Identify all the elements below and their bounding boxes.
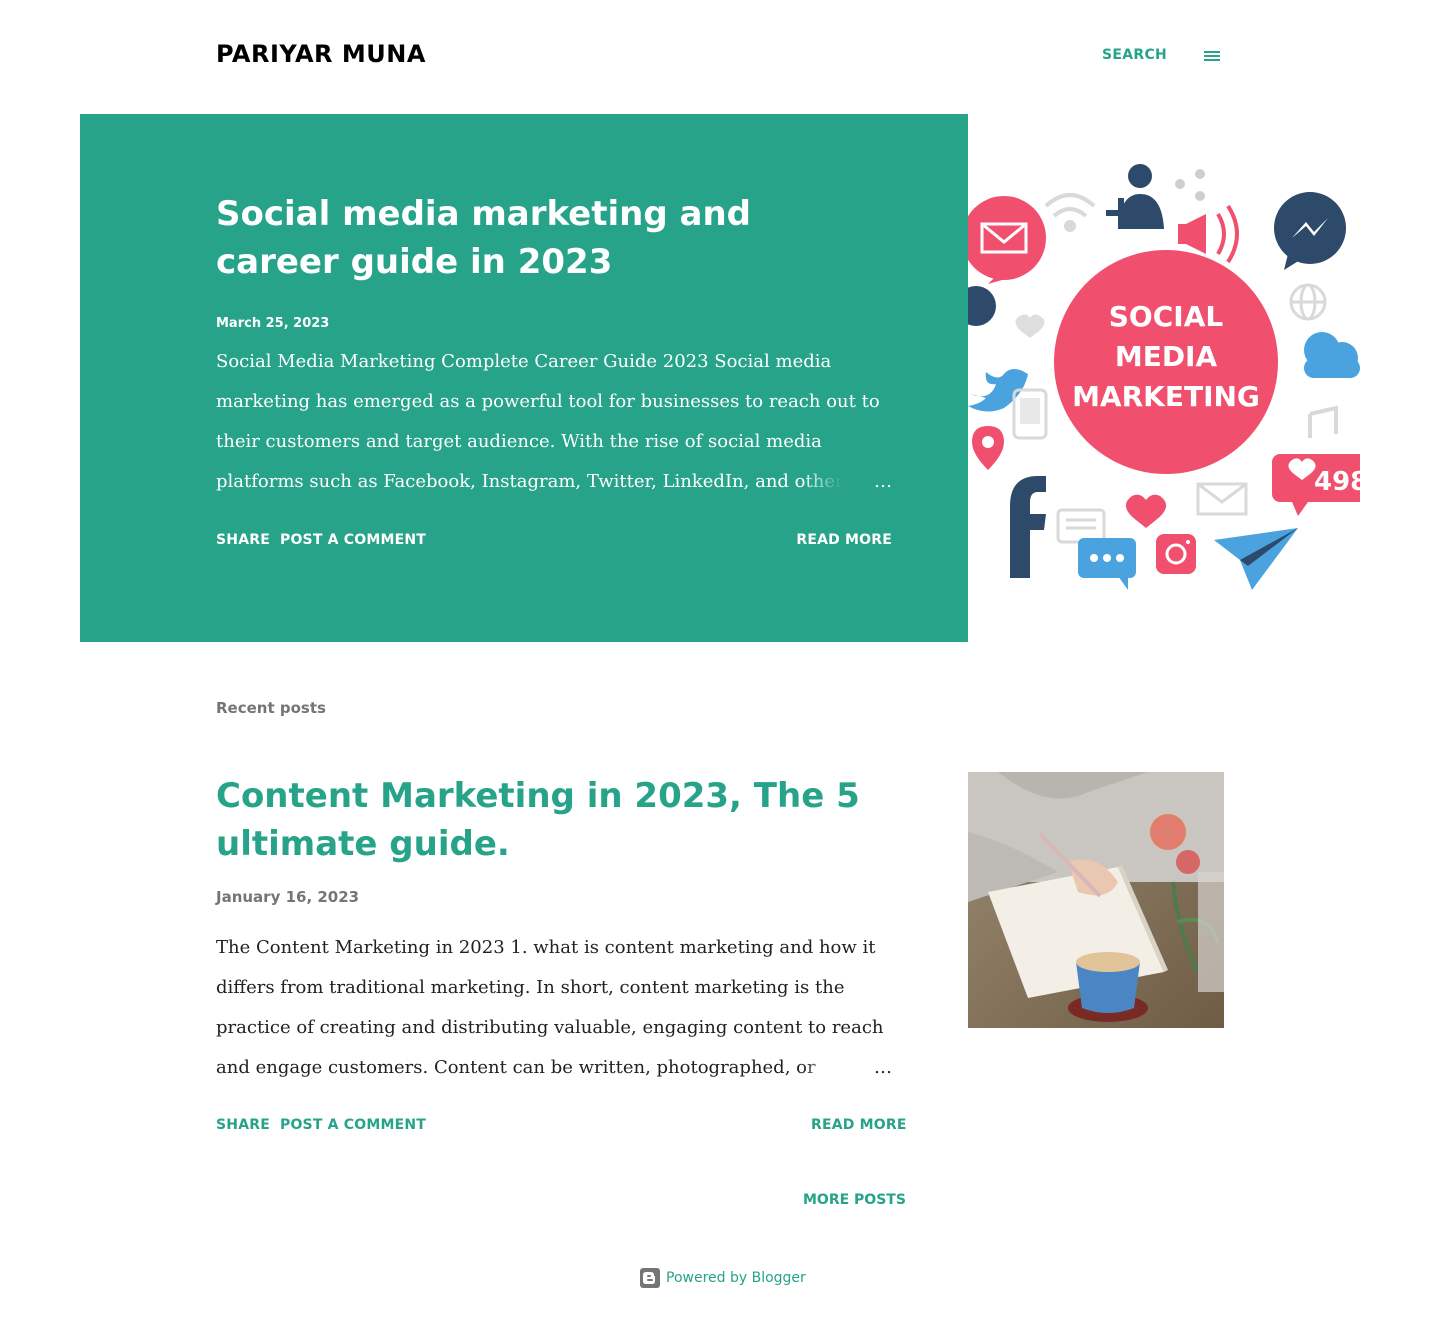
- read-more-link[interactable]: Read more: [796, 532, 892, 548]
- post-snippet: The Content Marketing in 2023 1. what is…: [216, 928, 892, 1088]
- featured-post-snippet-text: Social Media Marketing Complete Career G…: [216, 351, 880, 492]
- music-icon: [1308, 405, 1338, 438]
- ellipsis: …: [874, 1057, 892, 1078]
- post-title[interactable]: Content Marketing in 2023, The 5 ultimat…: [216, 772, 892, 868]
- read-more-link[interactable]: Read more: [811, 1117, 907, 1133]
- blog-title[interactable]: PARIYAR MUNA: [216, 40, 426, 68]
- wifi-icon: [1044, 193, 1096, 232]
- location-pin-icon: [972, 426, 1004, 470]
- search-button[interactable]: SEARCH: [1102, 47, 1167, 63]
- post-date[interactable]: January 16, 2023: [216, 888, 359, 906]
- post-comment-link[interactable]: Post a Comment: [280, 532, 426, 548]
- post-snippet-text: The Content Marketing in 2023 1. what is…: [216, 937, 884, 1078]
- blogger-icon: [640, 1268, 660, 1288]
- social-media-marketing-badge: SOCIAL MEDIA MARKETING: [1054, 250, 1278, 474]
- post-thumbnail[interactable]: [968, 772, 1224, 1028]
- messenger-icon: [1274, 192, 1346, 270]
- instagram-icon: [1156, 534, 1196, 574]
- post-comment-link[interactable]: Post a Comment: [280, 1117, 426, 1133]
- blog-header: PARIYAR MUNA SEARCH: [216, 36, 1224, 76]
- featured-post-snippet: Social Media Marketing Complete Career G…: [216, 342, 892, 502]
- chat-bubble-icon: [1078, 538, 1136, 590]
- heart-pink-icon: [1125, 494, 1167, 528]
- snippet-fade: …: [802, 462, 892, 502]
- featured-post: Social media marketing and career guide …: [80, 114, 968, 642]
- share-button[interactable]: Share: [216, 532, 270, 548]
- powered-by-blogger-link[interactable]: Powered by Blogger: [666, 1270, 806, 1286]
- likes-count: 498: [1314, 467, 1360, 497]
- badge-line-2: MEDIA: [1115, 340, 1218, 373]
- heart-icon: [1015, 314, 1045, 338]
- chat-outline-icon: [1056, 508, 1106, 544]
- badge-line-3: MARKETING: [1072, 380, 1260, 413]
- globe-icon: [1289, 283, 1327, 321]
- facebook-icon: [1010, 476, 1046, 578]
- share-icon: [1175, 169, 1205, 201]
- footer: Powered by Blogger: [640, 1267, 806, 1289]
- add-user-icon: [1106, 164, 1164, 229]
- hamburger-menu-icon[interactable]: [1202, 46, 1222, 66]
- ellipsis: …: [874, 471, 892, 492]
- recent-posts-heading: Recent posts: [216, 699, 326, 717]
- mobile-icon: [1012, 388, 1048, 440]
- envelope-outline-icon: [1196, 482, 1248, 516]
- featured-post-image[interactable]: SOCIAL MEDIA MARKETING 498: [968, 114, 1360, 642]
- snippet-fade: …: [802, 1048, 892, 1088]
- likes-badge: 498: [1272, 454, 1360, 516]
- cloud-icon: [1304, 332, 1360, 378]
- paper-plane-icon: [1214, 528, 1298, 590]
- social-media-illustration: SOCIAL MEDIA MARKETING 498: [968, 164, 1360, 590]
- more-posts-link[interactable]: More posts: [803, 1192, 906, 1208]
- email-bubble-icon: [968, 196, 1046, 284]
- featured-post-date[interactable]: March 25, 2023: [216, 316, 329, 331]
- writing-photo: [968, 772, 1224, 1028]
- coffee-cup: [1068, 952, 1148, 1022]
- share-button[interactable]: Share: [216, 1117, 270, 1133]
- phone-icon: [968, 286, 996, 326]
- featured-post-title[interactable]: Social media marketing and career guide …: [216, 190, 876, 286]
- badge-line-1: SOCIAL: [1109, 300, 1224, 333]
